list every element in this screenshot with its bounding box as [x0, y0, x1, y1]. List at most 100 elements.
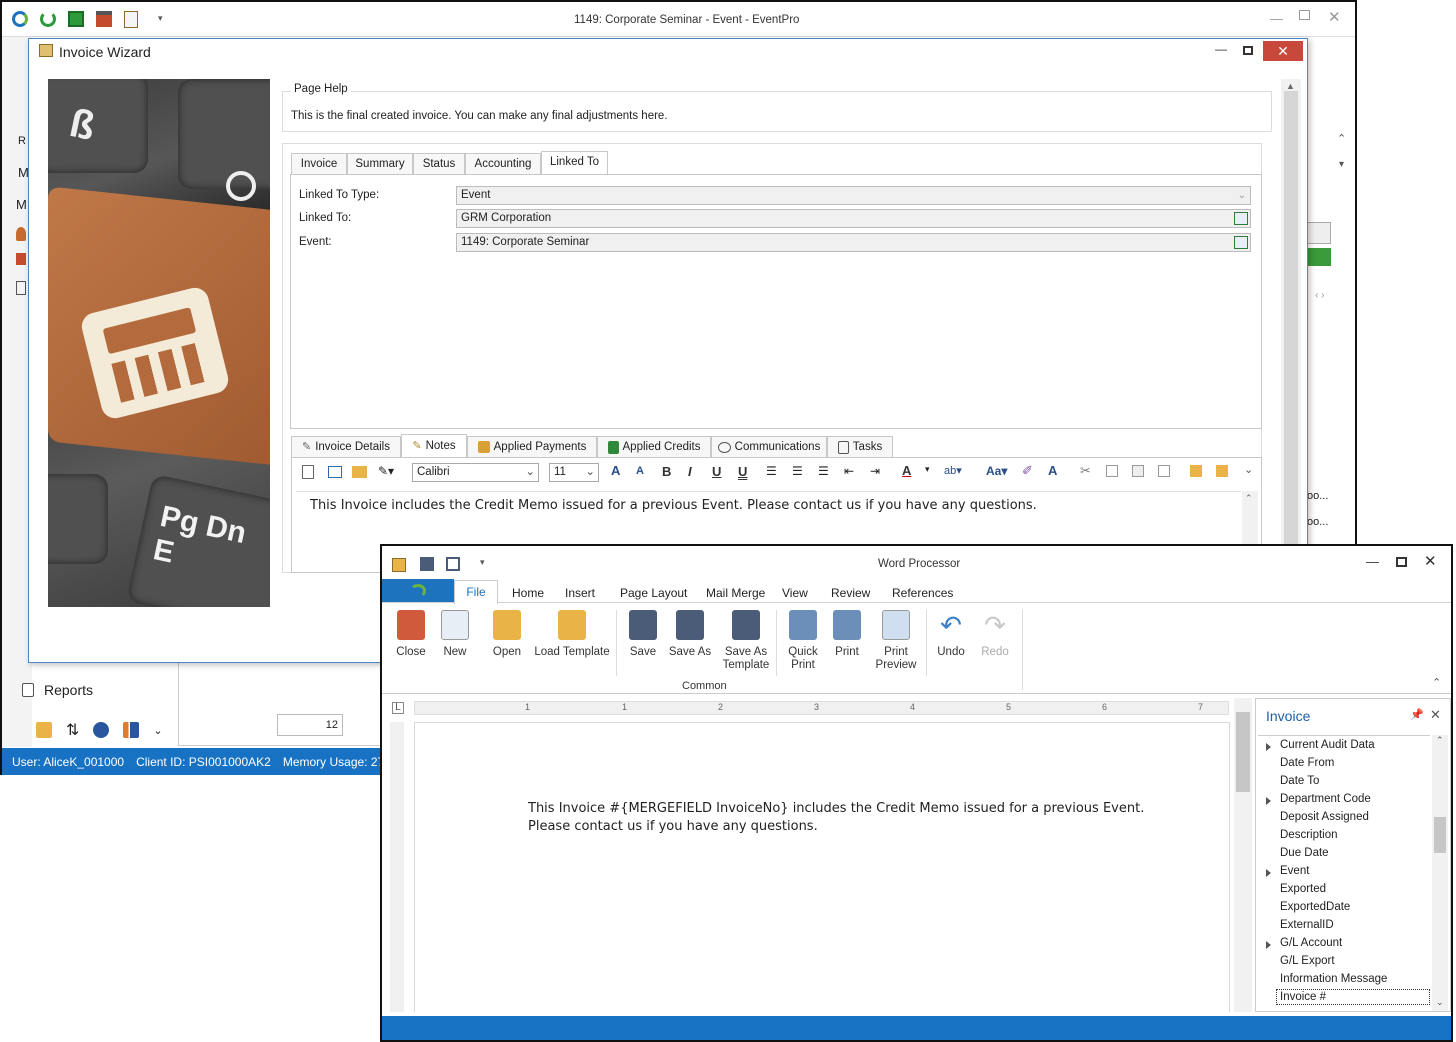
- field-item[interactable]: Description: [1280, 829, 1338, 841]
- more-icon[interactable]: ⌄: [153, 724, 162, 737]
- field-item[interactable]: Date To: [1280, 775, 1319, 787]
- bullets-icon[interactable]: ☰: [766, 464, 777, 478]
- tab-invoice-details[interactable]: ✎ Invoice Details: [291, 436, 401, 458]
- print-button[interactable]: Print: [830, 610, 864, 659]
- document-icon[interactable]: [16, 281, 26, 295]
- field-item[interactable]: ExternalID: [1280, 919, 1334, 931]
- new-button[interactable]: New: [438, 610, 472, 659]
- change-case-icon[interactable]: Aa▾: [986, 464, 1007, 478]
- tab-tasks[interactable]: Tasks: [827, 436, 893, 458]
- globe-icon[interactable]: [93, 722, 110, 738]
- quick-access-dropdown-icon[interactable]: ▾: [158, 13, 163, 24]
- scroll-left-icon[interactable]: ‹ ›: [1315, 290, 1324, 301]
- tab-view[interactable]: View: [782, 586, 808, 600]
- bold-icon[interactable]: B: [662, 464, 671, 479]
- maximize-icon[interactable]: [1299, 10, 1310, 20]
- tab-accounting[interactable]: Accounting: [465, 153, 541, 175]
- refresh-icon[interactable]: [40, 11, 56, 27]
- tab-summary[interactable]: Summary: [347, 153, 413, 175]
- paste-icon[interactable]: [1132, 465, 1144, 477]
- font-color-dropdown-icon[interactable]: ▾: [925, 464, 930, 475]
- contact-icon[interactable]: [16, 227, 26, 241]
- field-item-selected[interactable]: Invoice #: [1276, 989, 1430, 1005]
- undo-button[interactable]: ↶ Undo: [934, 610, 968, 659]
- tab-file[interactable]: File: [454, 580, 498, 604]
- expand-arrow-icon[interactable]: [1266, 743, 1271, 751]
- field-item[interactable]: Department Code: [1280, 793, 1371, 805]
- chart-icon[interactable]: [123, 722, 140, 738]
- tab-home[interactable]: Home: [512, 586, 544, 600]
- expand-arrow-icon[interactable]: [1266, 869, 1271, 877]
- scroll-down-icon[interactable]: ⌄: [1436, 997, 1444, 1008]
- field-list-scrollbar[interactable]: ⌃ ⌄: [1432, 735, 1448, 1011]
- vertical-ruler[interactable]: [390, 722, 404, 1012]
- field-item[interactable]: Date From: [1280, 757, 1334, 769]
- clipboard-icon[interactable]: [124, 11, 138, 28]
- redo-button[interactable]: ↷ Redo: [978, 610, 1012, 659]
- italic-icon[interactable]: I: [688, 464, 692, 479]
- scroll-thumb[interactable]: [1284, 91, 1298, 551]
- save-button[interactable]: Save: [626, 610, 660, 659]
- minimize-icon[interactable]: —: [1270, 11, 1283, 26]
- underline-icon[interactable]: U: [712, 464, 721, 479]
- open-button[interactable]: Open: [490, 610, 524, 659]
- shortcut-icon[interactable]: [36, 722, 52, 738]
- numbering-icon[interactable]: ☰: [792, 464, 803, 478]
- minimize-icon[interactable]: —: [1366, 554, 1379, 569]
- wizard-maximize-icon[interactable]: [1243, 46, 1253, 55]
- scroll-up-icon[interactable]: ⌃: [1436, 735, 1444, 746]
- calendar-icon[interactable]: [16, 253, 26, 265]
- double-underline-icon[interactable]: U: [738, 464, 747, 479]
- new-note-icon[interactable]: [302, 465, 314, 479]
- dropdown-arrow-icon[interactable]: ⌄: [585, 464, 595, 481]
- toolbar-overflow-icon[interactable]: ⌄: [1244, 463, 1253, 476]
- panel-close-icon[interactable]: ✕: [1430, 707, 1441, 723]
- font-dialog-icon[interactable]: A: [1048, 463, 1057, 478]
- clear-format-icon[interactable]: ✐: [1022, 463, 1033, 479]
- close-icon[interactable]: ✕: [1424, 552, 1437, 570]
- page-number-input[interactable]: 12: [277, 714, 343, 736]
- expand-arrow-icon[interactable]: [1266, 941, 1271, 949]
- linked-to-type-select[interactable]: Event ⌄: [456, 186, 1251, 205]
- reports-nav[interactable]: Reports: [22, 682, 93, 698]
- format-brush-icon[interactable]: ✎▾: [378, 464, 394, 478]
- close-button[interactable]: Close: [394, 610, 428, 659]
- tab-notes[interactable]: ✎ Notes: [401, 434, 467, 458]
- font-name-select[interactable]: Calibri ⌄: [412, 463, 539, 482]
- lookup-icon[interactable]: [1234, 236, 1248, 249]
- tab-status[interactable]: Status: [413, 153, 465, 175]
- decrease-indent-icon[interactable]: ⇤: [844, 464, 854, 478]
- tab-insert[interactable]: Insert: [565, 586, 595, 600]
- grow-font-icon[interactable]: A: [611, 463, 620, 478]
- load-template-button[interactable]: Load Template: [534, 610, 610, 659]
- wizard-close-button[interactable]: ✕: [1263, 41, 1303, 61]
- save-as-icon[interactable]: [446, 557, 460, 571]
- cut-icon[interactable]: ✂: [1080, 463, 1091, 479]
- maximize-icon[interactable]: [1396, 557, 1407, 567]
- tab-mail-merge[interactable]: Mail Merge: [706, 586, 765, 600]
- insert-merge-icon[interactable]: [1190, 465, 1202, 477]
- pin-icon[interactable]: 📌: [1410, 708, 1424, 721]
- save-as-template-button[interactable]: Save As Template: [720, 610, 772, 672]
- field-item[interactable]: Deposit Assigned: [1280, 811, 1369, 823]
- field-item[interactable]: G/L Export: [1280, 955, 1335, 967]
- copy-icon[interactable]: [1106, 465, 1118, 477]
- field-item[interactable]: Exported: [1280, 883, 1326, 895]
- grid-icon[interactable]: [1307, 222, 1331, 244]
- scroll-thumb[interactable]: [1236, 712, 1250, 792]
- event-field[interactable]: 1149: Corporate Seminar: [456, 233, 1251, 252]
- tab-review[interactable]: Review: [831, 586, 870, 600]
- green-settings-icon[interactable]: [68, 11, 84, 27]
- quick-print-button[interactable]: Quick Print: [784, 610, 822, 672]
- tab-stop-icon[interactable]: L: [392, 702, 404, 714]
- font-size-select[interactable]: 11 ⌄: [549, 463, 599, 482]
- print-preview-button[interactable]: Print Preview: [874, 610, 918, 672]
- tab-applied-payments[interactable]: Applied Payments: [467, 436, 597, 458]
- insert-field-icon[interactable]: [1216, 465, 1228, 477]
- dropdown-arrow-icon[interactable]: ▾: [1339, 159, 1344, 170]
- tab-communications[interactable]: Communications: [711, 436, 827, 458]
- font-color-icon[interactable]: A: [902, 463, 911, 478]
- sort-icon[interactable]: ⇅: [66, 720, 79, 740]
- lookup-icon[interactable]: [1234, 212, 1248, 225]
- wizard-minimize-icon[interactable]: —: [1215, 42, 1227, 56]
